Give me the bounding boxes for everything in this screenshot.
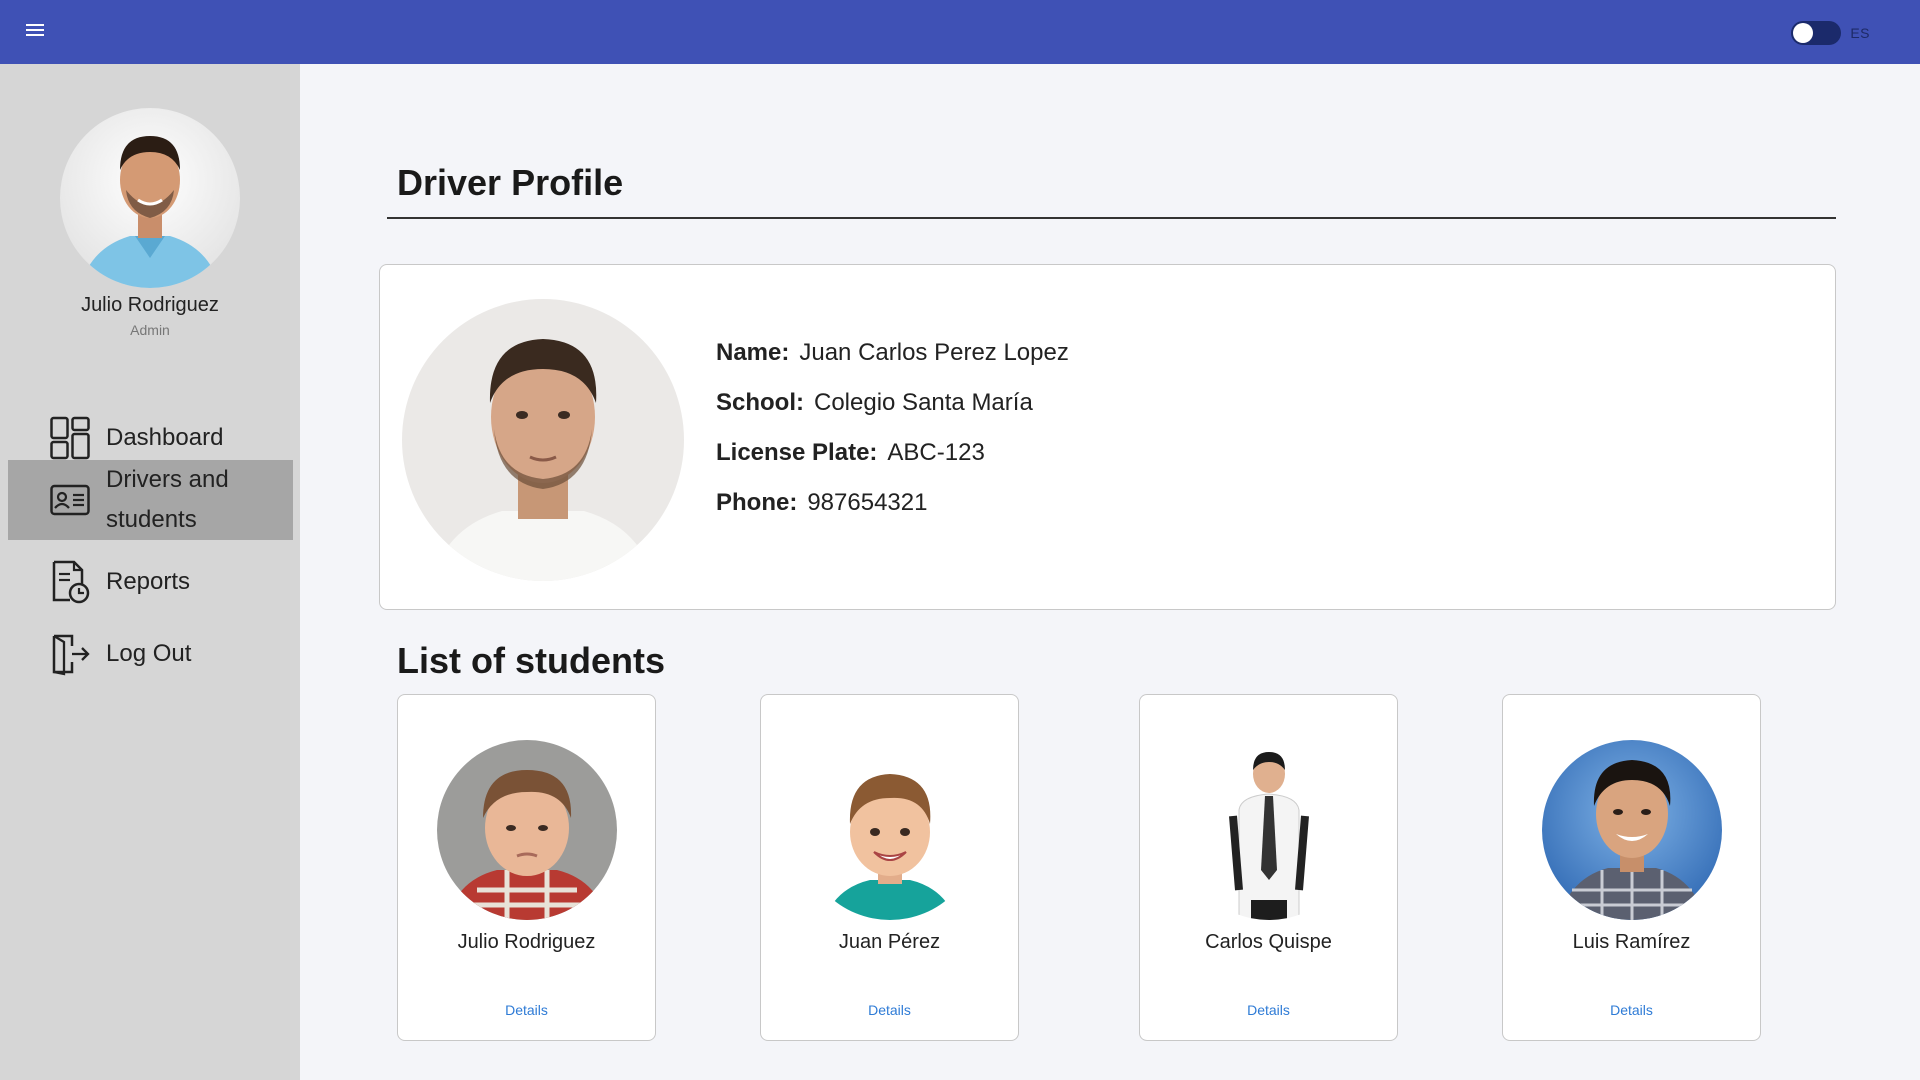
user-name: Julio Rodriguez xyxy=(81,294,219,316)
driver-license-plate-field: License Plate: ABC-123 xyxy=(716,439,985,467)
student-name: Julio Rodriguez xyxy=(457,931,596,953)
student-details-link[interactable]: Details xyxy=(398,1002,655,1018)
student-card: Luis Ramírez Details xyxy=(1502,694,1761,1041)
student-details-link[interactable]: Details xyxy=(1140,1002,1397,1018)
id-card-icon xyxy=(50,478,90,522)
driver-phone-value: 987654321 xyxy=(807,489,928,516)
driver-photo xyxy=(402,299,684,581)
student-card: Julio Rodriguez Details xyxy=(397,694,656,1041)
student-card: Carlos Quispe Details xyxy=(1139,694,1398,1041)
student-photo xyxy=(1542,740,1722,920)
driver-school-field: School: Colegio Santa María xyxy=(716,389,1033,417)
student-photo xyxy=(437,740,617,920)
top-app-bar: ES xyxy=(0,0,1920,64)
sidebar-item-log-out[interactable]: Log Out xyxy=(8,618,293,694)
logout-icon xyxy=(50,632,90,676)
sidebar-item-label: Reports xyxy=(106,568,191,595)
driver-phone-field: Phone: 987654321 xyxy=(716,489,927,517)
title-divider xyxy=(387,217,1836,219)
driver-license-plate-value: ABC-123 xyxy=(887,439,985,466)
driver-profile-card: Name: Juan Carlos Perez Lopez School: Cole… xyxy=(379,264,1836,610)
language-label: ES xyxy=(1850,25,1870,41)
student-details-link[interactable]: Details xyxy=(1503,1002,1760,1018)
user-role: Admin xyxy=(130,322,170,338)
students-section-title: List of students xyxy=(397,640,665,681)
field-label: License Plate: xyxy=(716,439,878,466)
sidebar: Julio Rodriguez Admin Dashboard Drivers … xyxy=(0,64,300,1080)
language-toggle[interactable] xyxy=(1791,21,1842,45)
student-name: Luis Ramírez xyxy=(1572,931,1691,953)
sidebar-item-label: Dashboard xyxy=(106,424,224,451)
sidebar-item-label: Drivers and students xyxy=(106,466,229,533)
toggle-knob xyxy=(1793,23,1814,43)
driver-school-value: Colegio Santa María xyxy=(814,389,1033,416)
sidebar-item-reports[interactable]: Reports xyxy=(8,546,293,622)
student-details-link[interactable]: Details xyxy=(761,1002,1018,1018)
driver-name-field: Name: Juan Carlos Perez Lopez xyxy=(716,339,1069,367)
dashboard-icon xyxy=(50,416,90,460)
student-name: Carlos Quispe xyxy=(1205,931,1332,953)
user-avatar xyxy=(60,108,240,288)
language-switch: ES xyxy=(1791,21,1870,45)
driver-name-value: Juan Carlos Perez Lopez xyxy=(799,339,1069,366)
field-label: School: xyxy=(716,389,804,416)
student-photo xyxy=(1179,740,1359,920)
field-label: Name: xyxy=(716,339,790,366)
page-title: Driver Profile xyxy=(397,162,624,203)
sidebar-item-drivers-and-students[interactable]: Drivers and students xyxy=(8,460,293,540)
hamburger-menu-icon[interactable] xyxy=(26,22,54,42)
student-card: Juan Pérez Details xyxy=(760,694,1019,1041)
student-name: Juan Pérez xyxy=(838,931,941,953)
report-document-icon xyxy=(50,560,90,604)
sidebar-item-label: Log Out xyxy=(106,640,192,667)
student-photo xyxy=(800,740,980,920)
field-label: Phone: xyxy=(716,489,798,516)
